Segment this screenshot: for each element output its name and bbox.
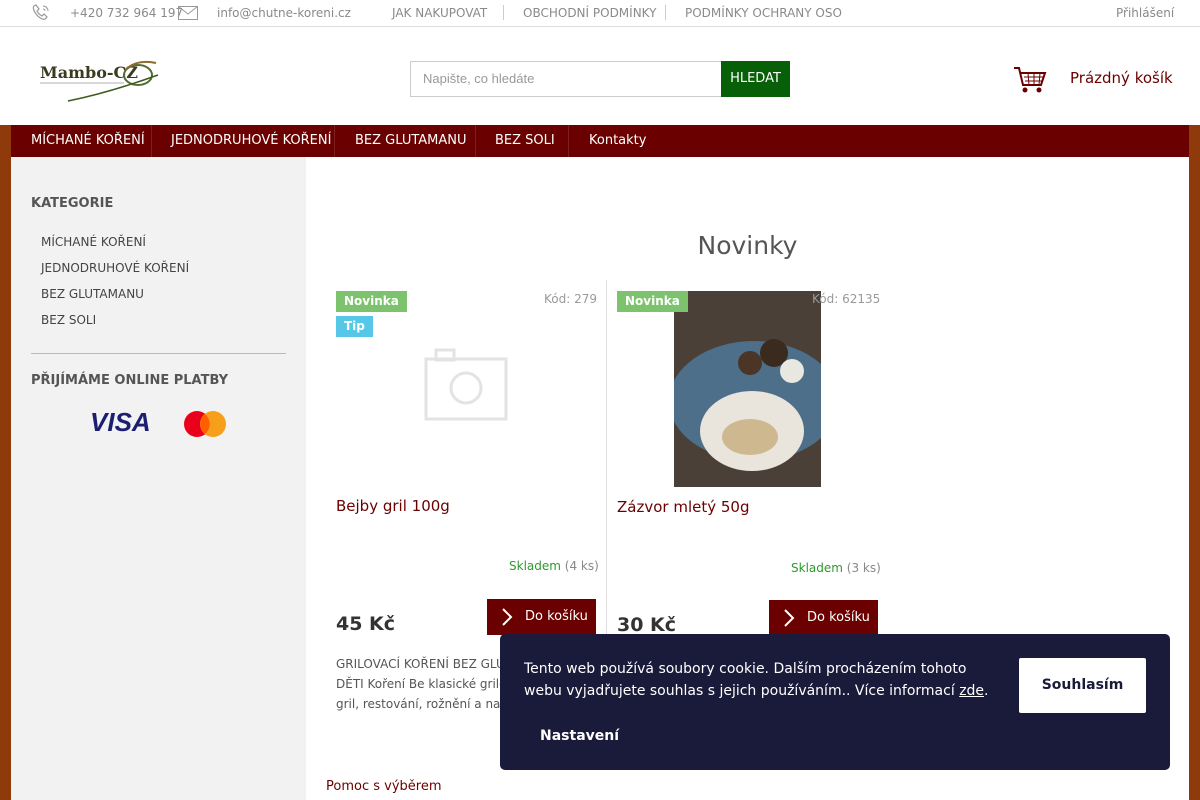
cookie-period: . bbox=[984, 683, 989, 699]
page-title: Novinky bbox=[697, 231, 798, 260]
divider bbox=[606, 280, 607, 640]
cookie-settings-button[interactable]: Nastavení bbox=[540, 728, 619, 744]
sidebar: KATEGORIE MÍCHANÉ KOŘENÍ JEDNODRUHOVÉ KO… bbox=[11, 157, 306, 800]
cart-icon[interactable] bbox=[1013, 65, 1047, 99]
product-name[interactable]: Bejby gril 100g bbox=[336, 497, 450, 515]
add-to-cart-label: Do košíku bbox=[525, 609, 588, 624]
top-bar: +420 732 964 197 info@chutne-koreni.cz J… bbox=[0, 0, 1200, 27]
stock-info: Skladem (4 ks) bbox=[509, 559, 599, 573]
link-jak-nakupovat[interactable]: JAK NAKUPOVAT bbox=[392, 6, 487, 20]
sidebar-item-michane-koreni[interactable]: MÍCHANÉ KOŘENÍ bbox=[41, 235, 146, 249]
product-name[interactable]: Zázvor mletý 50g bbox=[617, 498, 749, 516]
chevron-right-icon bbox=[501, 607, 513, 631]
stock-count: (4 ks) bbox=[564, 559, 599, 573]
sidebar-item-bez-glutamanu[interactable]: BEZ GLUTAMANU bbox=[41, 287, 144, 301]
nav-item-michane-koreni[interactable]: MÍCHANÉ KOŘENÍ bbox=[31, 125, 145, 157]
divider bbox=[568, 125, 569, 157]
stock-status: Skladem bbox=[791, 561, 843, 575]
badge-new: Novinka bbox=[617, 291, 688, 312]
visa-logo: VISA bbox=[90, 407, 151, 437]
nav-item-jednodruhove-koreni[interactable]: JEDNODRUHOVÉ KOŘENÍ bbox=[171, 125, 331, 157]
email-link[interactable]: info@chutne-koreni.cz bbox=[217, 6, 351, 20]
link-podminky-ochrany[interactable]: PODMÍNKY OCHRANY OSO bbox=[685, 6, 842, 20]
phone-number[interactable]: +420 732 964 197 bbox=[70, 6, 183, 20]
divider bbox=[334, 125, 335, 157]
divider bbox=[151, 125, 152, 157]
phone-icon bbox=[30, 3, 52, 26]
cookie-text: Tento web používá soubory cookie. Dalším… bbox=[524, 658, 994, 702]
envelope-icon bbox=[178, 6, 198, 23]
payments-heading: PŘIJÍMÁME ONLINE PLATBY bbox=[31, 373, 229, 388]
product-price: 45 Kč bbox=[336, 613, 396, 635]
divider bbox=[475, 125, 476, 157]
add-to-cart-button[interactable]: Do košíku bbox=[487, 599, 596, 635]
badge-new: Novinka bbox=[336, 291, 407, 312]
mastercard-logo bbox=[184, 411, 226, 437]
site-header: Mambo-CZ Napište, co hledáte HLEDAT Práz… bbox=[0, 27, 1200, 125]
product-code: Kód: 62135 bbox=[812, 292, 881, 306]
stock-count: (3 ks) bbox=[846, 561, 881, 575]
cookie-message: Tento web používá soubory cookie. Dalším… bbox=[524, 661, 967, 699]
nav-item-bez-glutamanu[interactable]: BEZ GLUTAMANU bbox=[355, 125, 467, 157]
nav-item-bez-soli[interactable]: BEZ SOLI bbox=[495, 125, 555, 157]
sidebar-item-jednodruhove-koreni[interactable]: JEDNODRUHOVÉ KOŘENÍ bbox=[41, 261, 189, 275]
search-placeholder: Napište, co hledáte bbox=[423, 71, 535, 86]
main-navigation: MÍCHANÉ KOŘENÍ JEDNODRUHOVÉ KOŘENÍ BEZ G… bbox=[11, 125, 1189, 157]
product-code: Kód: 279 bbox=[544, 292, 597, 306]
login-link[interactable]: Přihlášení bbox=[1116, 6, 1174, 20]
categories-heading: KATEGORIE bbox=[31, 196, 114, 211]
site-logo[interactable]: Mambo-CZ bbox=[38, 53, 166, 105]
camera-placeholder-icon[interactable] bbox=[424, 347, 508, 425]
divider bbox=[503, 5, 504, 20]
cart-label[interactable]: Prázdný košík bbox=[1070, 69, 1173, 87]
stock-status: Skladem bbox=[509, 559, 561, 573]
sidebar-item-bez-soli[interactable]: BEZ SOLI bbox=[41, 313, 96, 327]
search-input[interactable]: Napište, co hledáte bbox=[410, 61, 722, 97]
add-to-cart-label: Do košíku bbox=[807, 610, 870, 625]
divider bbox=[31, 353, 286, 354]
help-choice-image[interactable]: Pomoc s výběrem bbox=[326, 779, 442, 794]
cookie-more-info-link[interactable]: zde bbox=[959, 683, 984, 699]
nav-item-kontakty[interactable]: Kontakty bbox=[589, 125, 646, 157]
product-price: 30 Kč bbox=[617, 614, 677, 636]
link-obchodni-podminky[interactable]: OBCHODNÍ PODMÍNKY bbox=[523, 6, 656, 20]
stock-info: Skladem (3 ks) bbox=[791, 561, 881, 575]
cookie-agree-button[interactable]: Souhlasím bbox=[1019, 658, 1146, 713]
product-image[interactable] bbox=[674, 291, 821, 487]
add-to-cart-button[interactable]: Do košíku bbox=[769, 600, 878, 636]
search-button[interactable]: HLEDAT bbox=[721, 61, 790, 97]
chevron-right-icon bbox=[783, 608, 795, 632]
logo-leaf-icon bbox=[40, 60, 159, 102]
divider bbox=[665, 5, 666, 20]
badge-tip: Tip bbox=[336, 316, 373, 337]
cookie-banner: Tento web používá soubory cookie. Dalším… bbox=[500, 634, 1170, 770]
